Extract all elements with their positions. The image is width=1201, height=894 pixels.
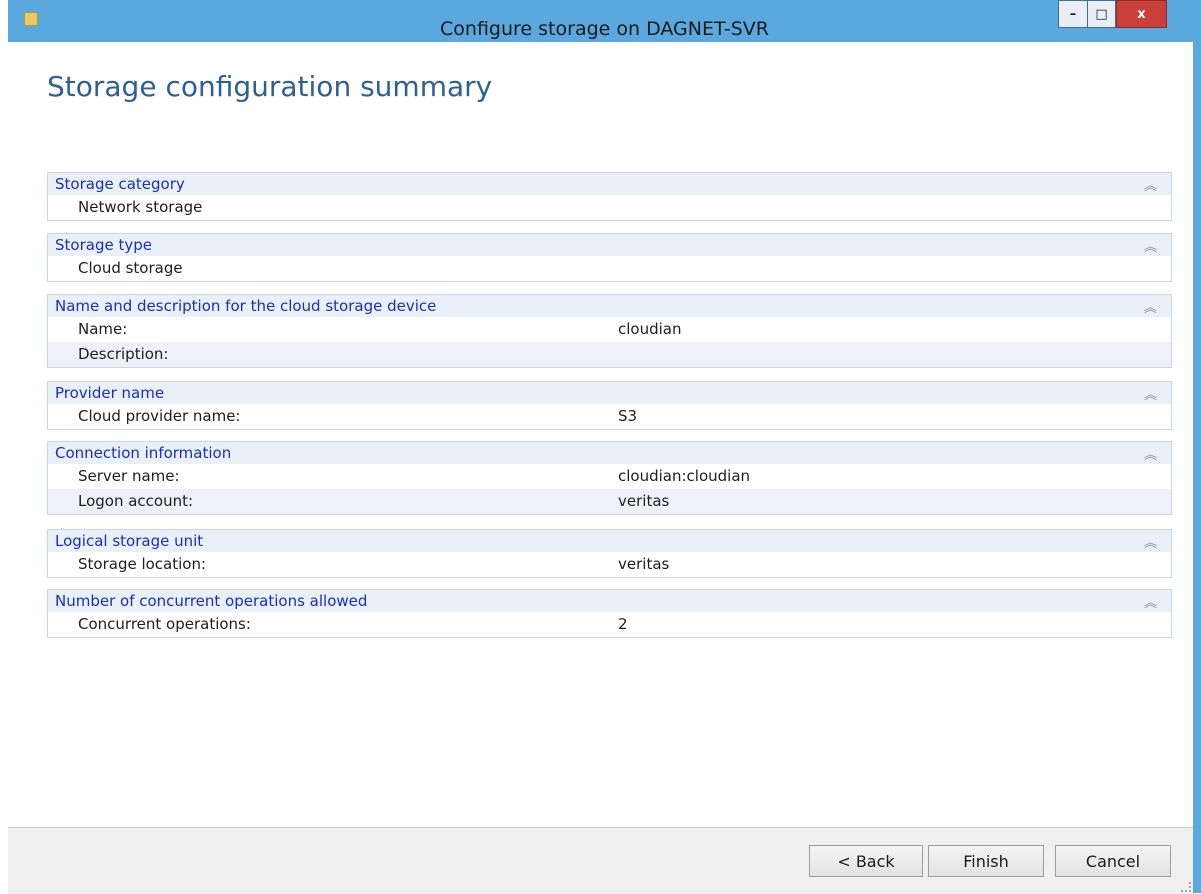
row-label: Concurrent operations: — [78, 615, 251, 633]
button-bar: < Back Finish Cancel — [8, 827, 1193, 894]
row-value: veritas — [618, 555, 670, 573]
chevron-double-up-icon[interactable]: ︽ — [1144, 532, 1157, 551]
summary-row: Server name: cloudian:cloudian — [48, 464, 1171, 489]
section-header[interactable]: Provider name ︽ — [48, 382, 1171, 404]
section-header[interactable]: Name and description for the cloud stora… — [48, 295, 1171, 317]
row-value: 2 — [618, 615, 628, 633]
chevron-double-up-icon[interactable]: ︽ — [1144, 384, 1157, 403]
section-title: Name and description for the cloud stora… — [55, 297, 437, 315]
section-provider-name: Provider name ︽ Cloud provider name: S3 — [47, 381, 1172, 430]
finish-button[interactable]: Finish — [928, 845, 1044, 877]
summary-row: Description: — [48, 342, 1171, 367]
section-title: Number of concurrent operations allowed — [55, 592, 368, 610]
summary-row: Concurrent operations: 2 — [48, 612, 1171, 637]
row-label: Server name: — [78, 467, 180, 485]
section-header[interactable]: Logical storage unit ︽ — [48, 530, 1171, 552]
chevron-double-up-icon[interactable]: ︽ — [1144, 592, 1157, 611]
section-header[interactable]: Number of concurrent operations allowed … — [48, 590, 1171, 612]
chevron-double-up-icon[interactable]: ︽ — [1144, 175, 1157, 194]
title-bar[interactable]: Configure storage on DAGNET-SVR – □ x — [8, 0, 1201, 42]
section-title: Connection information — [55, 444, 232, 462]
section-title: Storage category — [55, 175, 185, 193]
chevron-double-up-icon[interactable]: ︽ — [1144, 297, 1157, 316]
summary-row: Name: cloudian — [48, 317, 1171, 342]
summary-row: Storage location: veritas — [48, 552, 1171, 577]
section-title: Storage type — [55, 236, 152, 254]
wizard-window: Configure storage on DAGNET-SVR – □ x St… — [8, 0, 1201, 894]
section-header[interactable]: Storage category ︽ — [48, 173, 1171, 195]
summary-row: Network storage — [48, 195, 1171, 220]
row-label: Network storage — [78, 198, 203, 216]
chevron-double-up-icon[interactable]: ︽ — [1144, 236, 1157, 255]
row-label: Cloud storage — [78, 259, 183, 277]
section-title: Provider name — [55, 384, 165, 402]
row-value: cloudian:cloudian — [618, 467, 751, 485]
row-value: veritas — [618, 492, 670, 510]
minimize-button[interactable]: – — [1058, 0, 1087, 28]
chevron-double-up-icon[interactable]: ︽ — [1144, 444, 1157, 463]
page-title: Storage configuration summary — [47, 70, 493, 103]
row-label: Logon account: — [78, 492, 194, 510]
section-title: Logical storage unit — [55, 532, 204, 550]
back-button[interactable]: < Back — [809, 845, 923, 877]
section-concurrent-operations: Number of concurrent operations allowed … — [47, 589, 1172, 638]
section-storage-category: Storage category ︽ Network storage — [47, 172, 1172, 221]
summary-row: Logon account: veritas — [48, 489, 1171, 514]
summary-row: Cloud storage — [48, 256, 1171, 281]
row-label: Name: — [78, 320, 128, 338]
wizard-content: Storage configuration summary Storage ca… — [8, 42, 1193, 827]
row-value: S3 — [618, 407, 638, 425]
row-value: cloudian — [618, 320, 682, 338]
cancel-button[interactable]: Cancel — [1055, 845, 1171, 877]
row-label: Storage location: — [78, 555, 207, 573]
row-label: Description: — [78, 345, 169, 363]
summary-row: Cloud provider name: S3 — [48, 404, 1171, 429]
maximize-button[interactable]: □ — [1087, 0, 1116, 28]
section-header[interactable]: Connection information ︽ — [48, 442, 1171, 464]
section-connection-information: Connection information ︽ Server name: cl… — [47, 441, 1172, 515]
section-header[interactable]: Storage type ︽ — [48, 234, 1171, 256]
row-label: Cloud provider name: — [78, 407, 241, 425]
resize-grip-icon[interactable] — [1181, 882, 1191, 892]
section-logical-storage-unit: Logical storage unit ︽ Storage location:… — [47, 529, 1172, 578]
close-button[interactable]: x — [1116, 0, 1167, 28]
section-name-description: Name and description for the cloud stora… — [47, 294, 1172, 368]
window-title: Configure storage on DAGNET-SVR — [440, 18, 769, 40]
section-storage-type: Storage type ︽ Cloud storage — [47, 233, 1172, 282]
